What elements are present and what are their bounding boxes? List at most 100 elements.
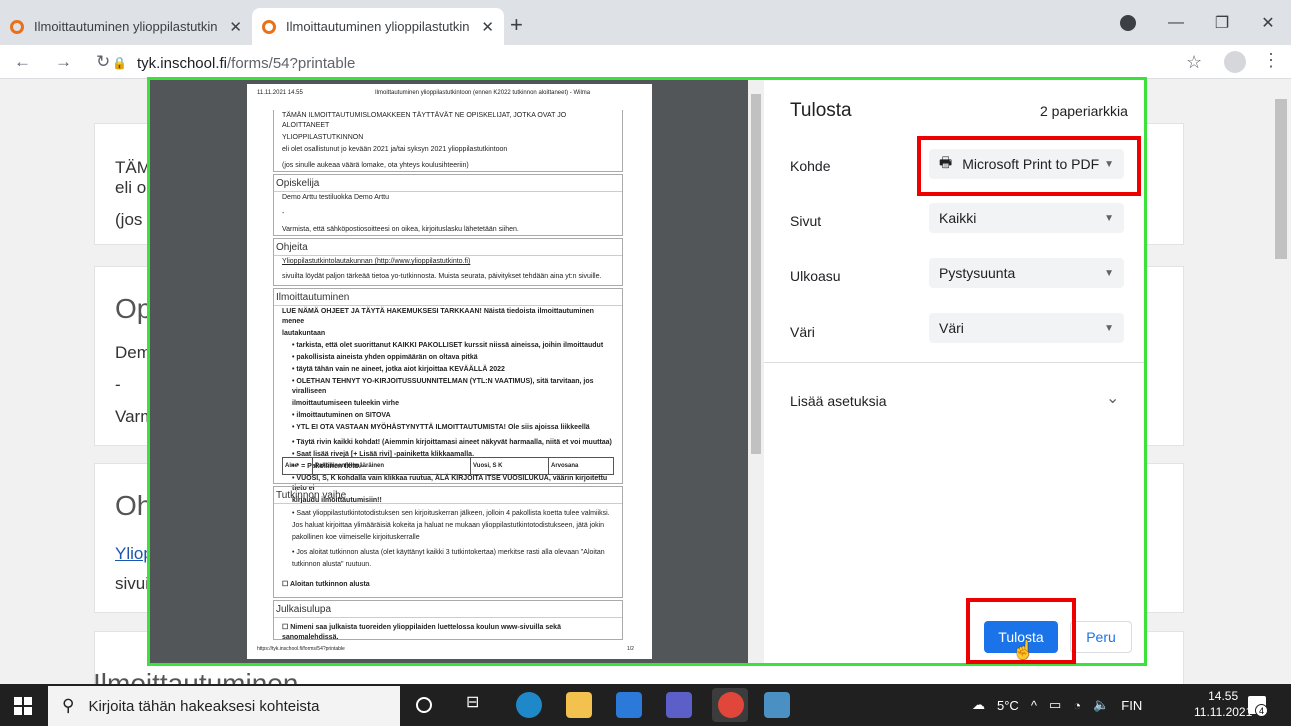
hand-cursor-icon: ☝ [1012, 640, 1035, 660]
preview-checkbox-label: ☐ Nimeni saa julkaista tuoreiden ylioppi… [282, 624, 561, 641]
battery-icon[interactable]: ▭ [1049, 697, 1061, 713]
preview-text: sivuilta löydät paljon tärkeää tietoa yo… [282, 273, 602, 280]
preview-th: Arvosana [551, 463, 579, 469]
pages-select[interactable]: Kaikki ▼ [929, 203, 1124, 233]
tab-active[interactable]: Ilmoittautuminen ylioppilastutkin ✕ [252, 8, 504, 45]
task-view-icon[interactable]: ⊟ [466, 692, 492, 718]
card-text: sivui [115, 574, 150, 593]
preview-section-title: Julkaisulupa [274, 601, 622, 618]
preview-text: • Saat ylioppilastutkintotodistuksen sen… [292, 510, 610, 517]
pages-value: Kaikki [939, 210, 977, 226]
tab-title: Ilmoittautuminen ylioppilastutkin [286, 19, 470, 34]
chrome-icon[interactable] [718, 692, 744, 718]
close-window-icon[interactable]: ✕ [1245, 13, 1291, 33]
cortana-icon[interactable] [416, 697, 432, 713]
language-indicator[interactable]: FIN [1121, 698, 1142, 713]
bookmark-star-icon[interactable]: ☆ [1186, 52, 1202, 73]
chevron-up-icon[interactable]: ^ [1031, 698, 1037, 713]
preview-checkbox-label: ☐ Aloitan tutkinnon alusta [282, 581, 370, 588]
notification-icon[interactable]: 4 [1248, 696, 1268, 717]
dropdown-arrow-icon: ▼ [1104, 267, 1114, 279]
teams-icon[interactable] [666, 692, 692, 718]
preview-text: Demo Arttu testiluokka Demo Arttu [282, 194, 389, 201]
preview-text: tutkinnon alusta" ruutuun. [292, 561, 372, 568]
store-icon[interactable] [616, 692, 642, 718]
preview-text: • täytä tähän vain ne aineet, jotka aiot… [292, 366, 505, 373]
preview-date: 11.11.2021 14.55 [257, 90, 303, 96]
chevron-down-icon[interactable]: ⌄ [1106, 388, 1119, 408]
card-text: - [115, 375, 121, 394]
preview-text: • tarkista, että olet suorittanut KAIKKI… [292, 342, 604, 349]
weather-icon[interactable]: ☁ [972, 697, 985, 713]
destination-label: Kohde [790, 158, 831, 174]
layout-label: Ulkoasu [790, 268, 841, 284]
preview-text: Varmista, että sähköpostiosoitteesi on o… [282, 226, 519, 233]
minimize-icon[interactable]: — [1153, 14, 1199, 32]
url-path: /forms/54?printable [227, 54, 356, 72]
intro-text: TÄM [115, 158, 151, 177]
preview-header-title: Ilmoittautuminen ylioppilastutkintoon (e… [375, 90, 591, 96]
preview-section-ohjeita: Ohjeita Ylioppilastutkintolautakunnan (h… [273, 238, 623, 286]
search-placeholder: Kirjoita tähän hakeaksesi kohteista [88, 697, 320, 715]
system-tray: ☁ 5°C ^ ▭ ◔ 🔈 FIN [972, 684, 1142, 726]
preview-section-tutkinnon-vaihe: Tutkinnon vaihe • Saat ylioppilastutkint… [273, 486, 623, 598]
file-explorer-icon[interactable] [566, 692, 592, 718]
sheet-count: 2 paperiarkkia [1040, 103, 1128, 119]
kebab-menu-icon[interactable]: ⋮ [1262, 50, 1280, 71]
page-scrollbar[interactable] [1272, 79, 1291, 684]
forward-icon[interactable]: → [55, 52, 72, 72]
close-tab-icon[interactable]: ✕ [229, 18, 242, 36]
taskbar-search[interactable]: ⚲ Kirjoita tähän hakeaksesi kohteista [48, 686, 400, 726]
preview-text: - [282, 210, 285, 217]
network-icon[interactable]: ◔ [1073, 698, 1081, 713]
app-icon[interactable] [764, 692, 790, 718]
preview-section-title: Opiskelija [274, 175, 622, 192]
clock[interactable]: 14.55 11.11.2021 [1194, 688, 1252, 720]
lock-icon: 🔒 [112, 56, 127, 70]
edge-icon[interactable] [516, 692, 542, 718]
card-heading: Ilmoittautuminen [93, 668, 299, 684]
back-icon[interactable]: ← [14, 52, 31, 72]
preview-text: LUE NÄMÄ OHJEET JA TÄYTÄ HAKEMUKSESI TAR… [282, 308, 594, 325]
preview-text: • pakollisista aineista yhden oppimäärän… [292, 354, 478, 361]
preview-th: Pakollinen/Ylimääräinen [313, 458, 471, 474]
clock-time: 14.55 [1208, 689, 1239, 703]
clock-date: 11.11.2021 [1194, 705, 1253, 719]
highlight-box-destination [917, 136, 1141, 196]
preview-scrollbar[interactable] [748, 80, 764, 663]
preview-text: Jos haluat kirjoittaa ylimääräisiä kokei… [292, 522, 605, 529]
search-icon: ⚲ [62, 696, 75, 715]
preview-section-opiskelija: Opiskelija Demo Arttu testiluokka Demo A… [273, 174, 623, 236]
nav-buttons: ← → ↻ [14, 52, 110, 72]
color-select[interactable]: Väri ▼ [929, 313, 1124, 343]
tab-inactive[interactable]: Ilmoittautuminen ylioppilastutkin ✕ [0, 8, 252, 45]
intro-text: eli ol [115, 178, 150, 197]
layout-value: Pystysuunta [939, 265, 1016, 281]
windows-start-icon[interactable] [14, 697, 32, 715]
color-label: Väri [790, 324, 815, 340]
preview-text: • Jos aloitat tutkinnon alusta (olet käy… [292, 549, 605, 556]
weather-temp[interactable]: 5°C [997, 698, 1019, 713]
dropdown-arrow-icon: ▼ [1104, 212, 1114, 224]
new-tab-icon[interactable]: + [510, 12, 523, 38]
preview-text: • YTL EI OTA VASTAAN MYÖHÄSTYNYTTÄ ILMOI… [292, 424, 590, 431]
volume-icon[interactable]: 🔈 [1093, 697, 1109, 713]
cancel-button[interactable]: Peru [1070, 621, 1132, 653]
dropdown-arrow-icon: ▼ [1104, 322, 1114, 334]
wilma-favicon-icon [262, 19, 276, 34]
preview-footer-url: https://tyk.inschool.fi/forms/54?printab… [257, 646, 345, 652]
close-tab-icon[interactable]: ✕ [481, 18, 494, 36]
card-text: Dem [115, 343, 151, 362]
preview-text: • ilmoittautuminen on SITOVA [292, 412, 391, 419]
address-bar[interactable]: 🔒 tyk.inschool.fi/forms/54?printable [112, 50, 1212, 76]
tab-search-icon[interactable] [1120, 15, 1136, 31]
restore-icon[interactable]: ❐ [1199, 13, 1245, 33]
more-settings-label[interactable]: Lisää asetuksia [790, 393, 887, 409]
layout-select[interactable]: Pystysuunta ▼ [929, 258, 1124, 288]
preview-text: pakollinen koe viimeiselle kirjoituskerr… [292, 534, 420, 541]
preview-page-number: 1/2 [627, 646, 634, 652]
preview-text: • OLETHAN TEHNYT YO-KIRJOITUSSUUNNITELMA… [292, 378, 594, 395]
reload-icon[interactable]: ↻ [96, 52, 110, 72]
profile-avatar-icon[interactable] [1224, 51, 1246, 73]
preview-text: eli olet osallistunut jo kevään 2021 ja/… [282, 146, 508, 153]
